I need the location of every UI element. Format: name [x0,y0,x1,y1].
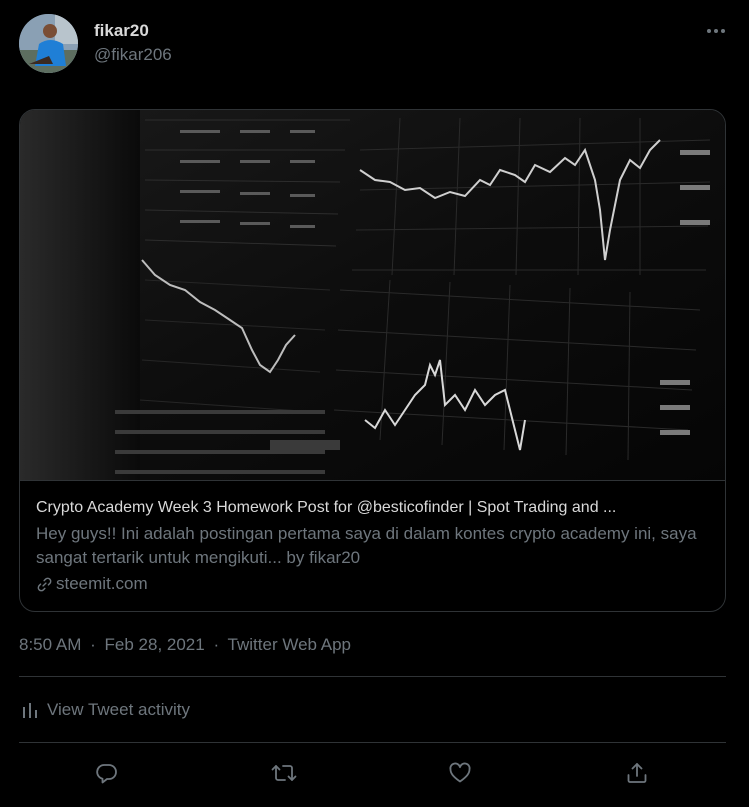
card-domain: steemit.com [36,572,712,596]
divider [19,742,726,743]
tweet-date[interactable]: Feb 28, 2021 [105,635,205,654]
reply-button[interactable] [90,756,124,790]
display-name[interactable]: fikar20 [94,20,172,42]
reply-icon [96,764,117,784]
bar-chart-icon [23,703,37,718]
tweet-time[interactable]: 8:50 AM [19,635,81,654]
tweet-source[interactable]: Twitter Web App [228,635,351,654]
meta-separator: · [90,635,96,654]
share-icon [627,763,647,783]
activity-label: View Tweet activity [47,700,190,719]
view-tweet-activity[interactable]: View Tweet activity [21,699,190,721]
heart-icon [449,762,471,783]
user-handle[interactable]: @fikar206 [94,44,172,66]
link-icon [37,577,52,591]
avatar[interactable] [19,14,78,73]
like-button[interactable] [443,756,477,790]
retweet-icon [271,765,297,781]
share-button[interactable] [620,756,654,790]
card-text: Crypto Academy Week 3 Homework Post for … [36,497,712,596]
retweet-button[interactable] [267,756,301,790]
card-description: Hey guys!! Ini adalah postingan pertama … [36,524,697,567]
divider [19,676,726,677]
card-title[interactable]: Crypto Academy Week 3 Homework Post for … [36,497,712,519]
link-card[interactable]: Crypto Academy Week 3 Homework Post for … [19,109,726,612]
user-block: fikar20 @fikar206 [94,20,172,66]
card-domain-text: steemit.com [56,574,148,593]
tweet-meta: 8:50 AM · Feb 28, 2021 · Twitter Web App [19,634,351,656]
tweet-actions [19,756,726,790]
card-image [20,110,725,481]
tweet: fikar20 @fikar206 Crypto Academy Week 3 … [0,0,749,807]
tweet-header: fikar20 @fikar206 [19,14,729,74]
more-horizontal-icon [707,29,725,33]
meta-separator: · [213,635,220,654]
more-options-button[interactable] [703,18,729,44]
